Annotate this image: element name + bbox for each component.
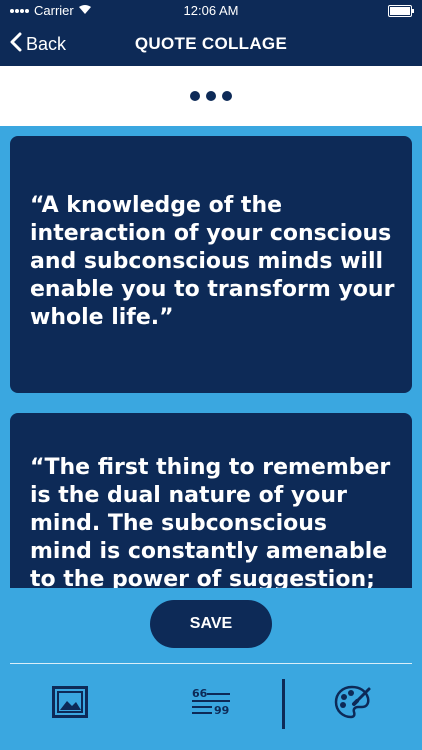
divider: [10, 663, 412, 664]
clock: 12:06 AM: [183, 3, 239, 18]
svg-text:66: 66: [192, 687, 208, 700]
options-bar: [0, 66, 422, 126]
page-title: QUOTE COLLAGE: [134, 34, 288, 53]
bottom-toolbar: SAVE 66 99: [0, 588, 422, 750]
quote-text-icon[interactable]: 66 99: [190, 687, 232, 717]
status-bar: Carrier 12:06 AM: [0, 0, 422, 22]
quote-card[interactable]: “A knowledge of the interaction of your …: [10, 136, 412, 393]
save-button[interactable]: SAVE: [150, 600, 272, 648]
toolbar-separator: [282, 679, 285, 729]
svg-text:99: 99: [214, 704, 229, 717]
navigation-bar: Back QUOTE COLLAGE: [0, 22, 422, 66]
quote-text: “The first thing to remember is the dual…: [30, 455, 391, 588]
quote-list[interactable]: “A knowledge of the interaction of your …: [0, 126, 422, 588]
quote-text: “A knowledge of the interaction of your …: [30, 193, 395, 330]
more-options-icon[interactable]: [190, 88, 232, 104]
battery-icon: [388, 5, 414, 17]
palette-icon[interactable]: [334, 684, 372, 720]
quote-card[interactable]: “The first thing to remember is the dual…: [10, 413, 412, 588]
image-icon[interactable]: [52, 686, 88, 718]
